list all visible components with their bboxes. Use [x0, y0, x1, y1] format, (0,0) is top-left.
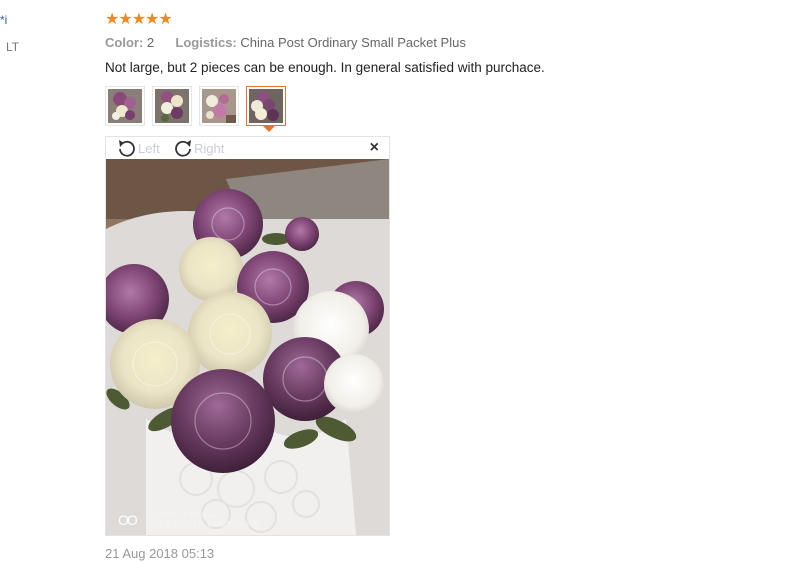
watermark-line-1: HUAWEI P20 Pro: [145, 511, 216, 520]
star-icon: ★: [158, 11, 173, 28]
color-label: Color:: [105, 35, 144, 50]
thumbnail-photo-4[interactable]: [246, 86, 286, 126]
thumbnail-photo-2[interactable]: [152, 86, 192, 126]
active-thumbnail-indicator: [263, 126, 275, 132]
logistics-label: Logistics:: [175, 35, 237, 50]
rotate-right-icon: [175, 140, 191, 157]
star-rating: ★★★★★: [105, 10, 173, 30]
thumbnail-photo-1[interactable]: [105, 86, 145, 126]
close-icon[interactable]: ×: [370, 140, 379, 156]
camera-logo-icon: OO: [118, 512, 138, 528]
rotate-left-label: Left: [138, 140, 160, 156]
order-meta: Color: 2 Logistics: China Post Ordinary …: [105, 35, 466, 50]
reviewer-country: LT: [6, 40, 20, 54]
thumbnail-photo-3[interactable]: [199, 86, 239, 126]
rotate-left-icon: [119, 140, 135, 157]
thumbnail-image: [155, 89, 189, 123]
thumbnail-image: [249, 89, 283, 123]
bouquet-image: [106, 159, 389, 535]
star-icon: ★: [118, 11, 133, 28]
color-value: 2: [146, 35, 155, 50]
logistics-value: China Post Ordinary Small Packet Plus: [240, 35, 466, 50]
rotate-right-label: Right: [194, 140, 225, 156]
star-icon: ★: [131, 11, 147, 28]
review-date: 21 Aug 2018 05:13: [105, 546, 215, 561]
star-icon: ★: [105, 11, 120, 28]
camera-watermark: OO HUAWEI P20 Pro LEICA TRIPLE CAMERA | …: [118, 511, 260, 529]
watermark-line-2: LEICA TRIPLE CAMERA | AI: [145, 520, 261, 529]
review-comment: Not large, but 2 pieces can be enough. I…: [105, 60, 545, 75]
thumbnail-image: [202, 89, 236, 123]
rotate-left-button[interactable]: Left: [116, 138, 160, 158]
reviewer-name[interactable]: *i: [0, 13, 7, 27]
review-photo: OO HUAWEI P20 Pro LEICA TRIPLE CAMERA | …: [106, 159, 389, 535]
viewer-toolbar: Left Right ×: [106, 137, 389, 159]
photo-viewer: Left Right × OO HUAWEI P20 Pro LEICA TRI…: [105, 136, 390, 536]
star-icon: ★: [145, 11, 160, 28]
rotate-right-button[interactable]: Right: [172, 138, 224, 158]
thumbnail-image: [108, 89, 142, 123]
